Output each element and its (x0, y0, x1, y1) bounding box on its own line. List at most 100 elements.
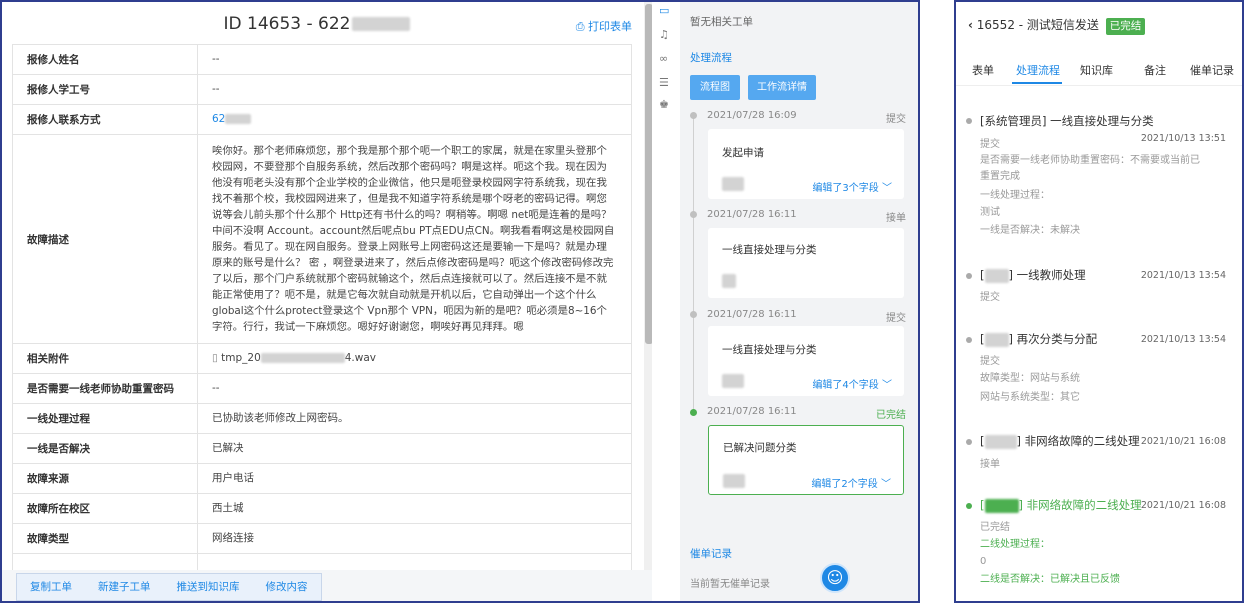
step-tag: 已完结 (876, 410, 906, 421)
step-title: 一线直接处理与分类 (722, 244, 817, 256)
step-card: 一线直接处理与分类 编辑了4个字段 ﹀ (708, 326, 904, 396)
step-card: 发起申请 编辑了3个字段 ﹀ (708, 129, 904, 199)
row-value: 网络连接 (197, 523, 632, 554)
step-title: 已解决问题分类 (723, 442, 797, 454)
scrollbar-thumb[interactable] (645, 4, 652, 344)
entry-line: 故障类型：网站与系统 (980, 373, 1080, 384)
entry-line: 二线是否解决：已解决且已反馈 (980, 574, 1120, 585)
timeline-dot (690, 112, 697, 119)
new-subticket-button[interactable]: 新建子工单 (85, 574, 164, 600)
print-form-link[interactable]: ⎙ 打印表单 (576, 18, 632, 34)
list-icon[interactable]: ☰ (659, 76, 669, 89)
action-button-group: 复制工单 新建子工单 推送到知识库 修改内容 (16, 573, 322, 601)
edit-content-button[interactable]: 修改内容 (253, 574, 321, 600)
entry-line: 提交 (980, 356, 1000, 367)
tab-form[interactable]: 表单 (972, 62, 994, 78)
row-value: 已解决 (197, 433, 632, 464)
table-row: 故障类型 网络连接 (12, 523, 632, 554)
back-chevron-icon[interactable]: ‹ (968, 18, 973, 32)
table-row: 报修人姓名 -- (12, 44, 632, 75)
row-value: 西土城 (197, 493, 632, 524)
workflow-detail-button[interactable]: 工作流详情 (748, 75, 816, 100)
row-label: 报修人姓名 (12, 44, 198, 75)
microphone-icon[interactable]: ♫ (659, 28, 669, 41)
mobile-title: 16552 - 测试短信发送 (976, 18, 1099, 32)
attachment-link[interactable]: ▯ tmp_20 4.wav (197, 343, 632, 374)
push-to-knowledge-button[interactable]: 推送到知识库 (164, 574, 253, 600)
step-edit-link[interactable]: 编辑了2个字段 ﹀ (811, 475, 891, 490)
timeline-dot (966, 337, 972, 343)
assistant-robot-icon[interactable]: ☺ (820, 563, 850, 593)
step-user (723, 474, 745, 488)
table-row: 报修人联系方式 62 (12, 104, 632, 135)
tab-nudge-records[interactable]: 催单记录 (1190, 62, 1234, 78)
step-time: 2021/07/28 16:11 (707, 406, 797, 417)
file-icon: ▯ (212, 352, 218, 364)
row-label: 一线是否解决 (12, 433, 198, 464)
nudge-section-title: 催单记录 (690, 548, 732, 560)
phone-value[interactable]: 62 (197, 104, 632, 135)
entry-line: 提交 (980, 139, 1000, 150)
mobile-flow-list: [系统管理员] 一线直接处理与分类 2021/10/13 13:51 提交 是否… (956, 87, 1242, 601)
timeline-dot (966, 273, 972, 279)
table-row: 故障所在校区 西土城 (12, 493, 632, 524)
step-tag: 提交 (886, 313, 906, 324)
entry-line: 重置完成 (980, 171, 1020, 182)
flow-section-title: 处理流程 (690, 52, 732, 64)
row-label: 相关附件 (12, 343, 198, 374)
flowchart-button[interactable]: 流程图 (690, 75, 740, 100)
comment-icon[interactable]: ▭ (659, 4, 669, 17)
table-row: 故障描述 唉你好。那个老师麻烦您，那个我是那个那个呃一个职工的家属，就是在家里头… (12, 134, 632, 344)
entry-title: [] 再次分类与分配 (980, 332, 1098, 347)
entry-time: 2021/10/13 13:51 (1140, 133, 1226, 144)
ticket-detail-panel: ID 14653 - 622 ⎙ 打印表单 报修人姓名 -- 报修人学工号 --… (0, 0, 652, 603)
table-row: 一线是否解决 已解决 (12, 433, 632, 464)
step-edit-link[interactable]: 编辑了4个字段 ﹀ (812, 376, 892, 391)
entry-line: 一线是否解决：未解决 (980, 225, 1080, 236)
side-icon-bar: ▭ ♫ ∞ ☰ ♚ (652, 2, 680, 601)
step-tag: 接单 (886, 213, 906, 224)
row-label: 报修人学工号 (12, 74, 198, 105)
row-value: -- (197, 74, 632, 105)
org-icon[interactable]: ♚ (659, 98, 669, 111)
entry-line: 二线处理过程： (980, 539, 1050, 550)
row-label: 是否需要一线老师协助重置密码 (12, 373, 198, 404)
copy-ticket-button[interactable]: 复制工单 (17, 574, 85, 600)
link-icon[interactable]: ∞ (659, 52, 668, 65)
entry-line: 0 (980, 556, 987, 567)
chevron-down-icon: ﹀ (882, 380, 892, 391)
row-value: 已协助该老师修改上网密码。 (197, 403, 632, 434)
status-badge: 已完结 (1105, 18, 1146, 35)
entry-line: 接单 (980, 459, 1000, 470)
entry-line: 是否需要一线老师协助重置密码：不需要或当前已 (980, 155, 1200, 166)
chevron-down-icon: ﹀ (882, 183, 892, 194)
mobile-ticket-panel: ‹ 16552 - 测试短信发送 已完结 表单 处理流程 知识库 备注 催单记录… (954, 0, 1244, 603)
entry-title: [] 一线教师处理 (980, 268, 1086, 283)
tab-process-flow[interactable]: 处理流程 (1016, 62, 1060, 78)
timeline-dot (690, 311, 697, 318)
tab-notes[interactable]: 备注 (1144, 62, 1166, 78)
step-user (722, 274, 736, 288)
entry-line: 提交 (980, 292, 1000, 303)
row-label: 故障描述 (12, 134, 198, 344)
tab-knowledge[interactable]: 知识库 (1080, 62, 1113, 78)
step-edit-link[interactable]: 编辑了3个字段 ﹀ (812, 179, 892, 194)
entry-time: 2021/10/13 13:54 (1140, 334, 1226, 345)
step-title: 发起申请 (722, 147, 764, 159)
row-value: -- (197, 44, 632, 75)
flow-content: 暂无相关工单 处理流程 流程图 工作流详情 2021/07/28 16:09 提… (680, 2, 918, 601)
table-row: 故障来源 用户电话 (12, 463, 632, 494)
row-label: 报修人联系方式 (12, 104, 198, 135)
step-time: 2021/07/28 16:11 (707, 209, 797, 220)
ticket-form-table: 报修人姓名 -- 报修人学工号 -- 报修人联系方式 62 故障描述 唉你好。那… (12, 44, 632, 584)
table-row: 是否需要一线老师协助重置密码 -- (12, 373, 632, 404)
entry-line: 一线处理过程： (980, 190, 1050, 201)
row-value: 用户电话 (197, 463, 632, 494)
mobile-tabs: 表单 处理流程 知识库 备注 催单记录 (956, 56, 1242, 86)
fault-description: 唉你好。那个老师麻烦您，那个我是那个那个呃一个职工的家属，就是在家里头登那个校园… (197, 134, 632, 344)
active-tab-underline (1012, 82, 1062, 84)
mobile-header: ‹ 16552 - 测试短信发送 已完结 (968, 16, 1146, 35)
table-row: 一线处理过程 已协助该老师修改上网密码。 (12, 403, 632, 434)
entry-time: 2021/10/13 13:54 (1140, 270, 1226, 281)
timeline-dot (966, 118, 972, 124)
